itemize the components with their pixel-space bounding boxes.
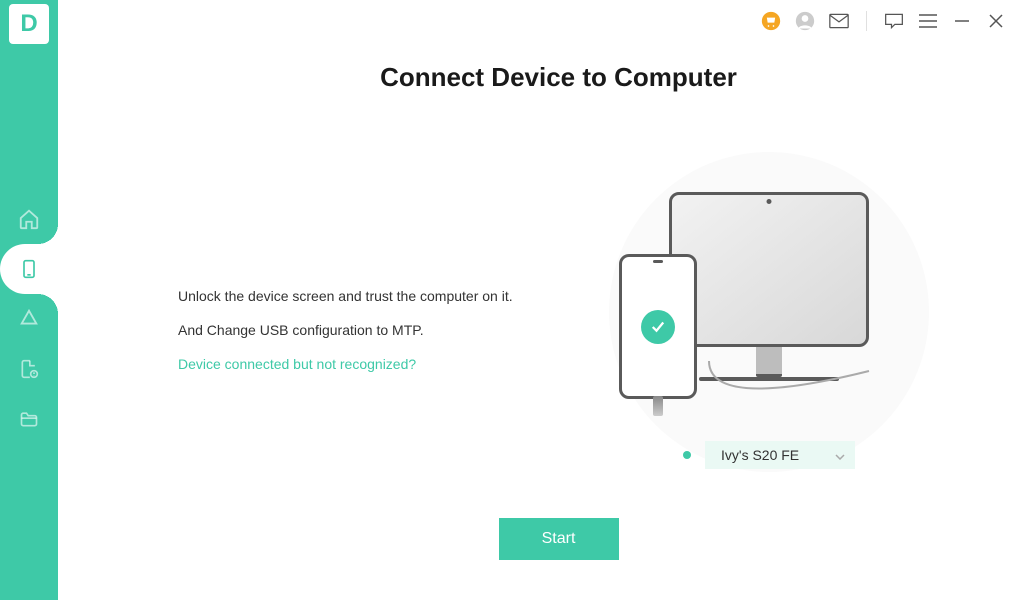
check-icon xyxy=(649,318,667,336)
nav-cloud[interactable] xyxy=(0,294,58,344)
phone-icon xyxy=(19,257,39,281)
file-alert-icon xyxy=(19,358,39,380)
instruction-line-2: And Change USB configuration to MTP. xyxy=(178,322,559,338)
account-button[interactable] xyxy=(794,10,816,32)
nav-device[interactable] xyxy=(0,244,58,294)
instructions: Unlock the device screen and trust the c… xyxy=(178,288,599,374)
device-selector-row: Ivy's S20 FE xyxy=(683,441,855,469)
phone-notch xyxy=(653,260,663,263)
chevron-down-icon xyxy=(835,447,845,463)
monitor-camera xyxy=(767,199,772,204)
main-area: Connect Device to Computer Unlock the de… xyxy=(58,0,1019,600)
devices-graphic xyxy=(669,192,869,381)
minimize-icon xyxy=(955,14,969,28)
middle-section: Unlock the device screen and trust the c… xyxy=(178,153,939,508)
device-selector-label: Ivy's S20 FE xyxy=(721,447,799,463)
cloud-icon xyxy=(18,308,40,330)
user-icon xyxy=(795,11,815,31)
shop-button[interactable] xyxy=(760,10,782,32)
shopping-cart-icon xyxy=(761,11,781,31)
check-badge xyxy=(641,310,675,344)
feedback-button[interactable] xyxy=(883,10,905,32)
menu-icon xyxy=(919,14,937,28)
instruction-line-1: Unlock the device screen and trust the c… xyxy=(178,288,559,304)
page-title: Connect Device to Computer xyxy=(178,62,939,93)
mail-icon xyxy=(829,13,849,29)
mail-button[interactable] xyxy=(828,10,850,32)
folder-icon xyxy=(18,409,40,429)
help-link[interactable]: Device connected but not recognized? xyxy=(178,356,416,372)
phone-graphic xyxy=(619,254,697,399)
monitor-graphic xyxy=(669,192,869,347)
titlebar xyxy=(58,0,1019,42)
illustration: Ivy's S20 FE xyxy=(599,192,939,469)
content: Connect Device to Computer Unlock the de… xyxy=(58,42,1019,600)
menu-button[interactable] xyxy=(917,10,939,32)
titlebar-divider xyxy=(866,11,867,31)
phone-connector xyxy=(653,396,663,416)
sidebar: D xyxy=(0,0,58,600)
nav-folder[interactable] xyxy=(0,394,58,444)
nav-alert[interactable] xyxy=(0,344,58,394)
cable-graphic xyxy=(689,361,889,421)
home-icon xyxy=(18,208,40,230)
close-button[interactable] xyxy=(985,10,1007,32)
app-logo: D xyxy=(9,4,49,44)
close-icon xyxy=(989,14,1003,28)
device-selector[interactable]: Ivy's S20 FE xyxy=(705,441,855,469)
chat-icon xyxy=(884,12,904,30)
start-button[interactable]: Start xyxy=(499,518,619,560)
logo-letter: D xyxy=(20,10,37,38)
status-dot xyxy=(683,451,691,459)
minimize-button[interactable] xyxy=(951,10,973,32)
